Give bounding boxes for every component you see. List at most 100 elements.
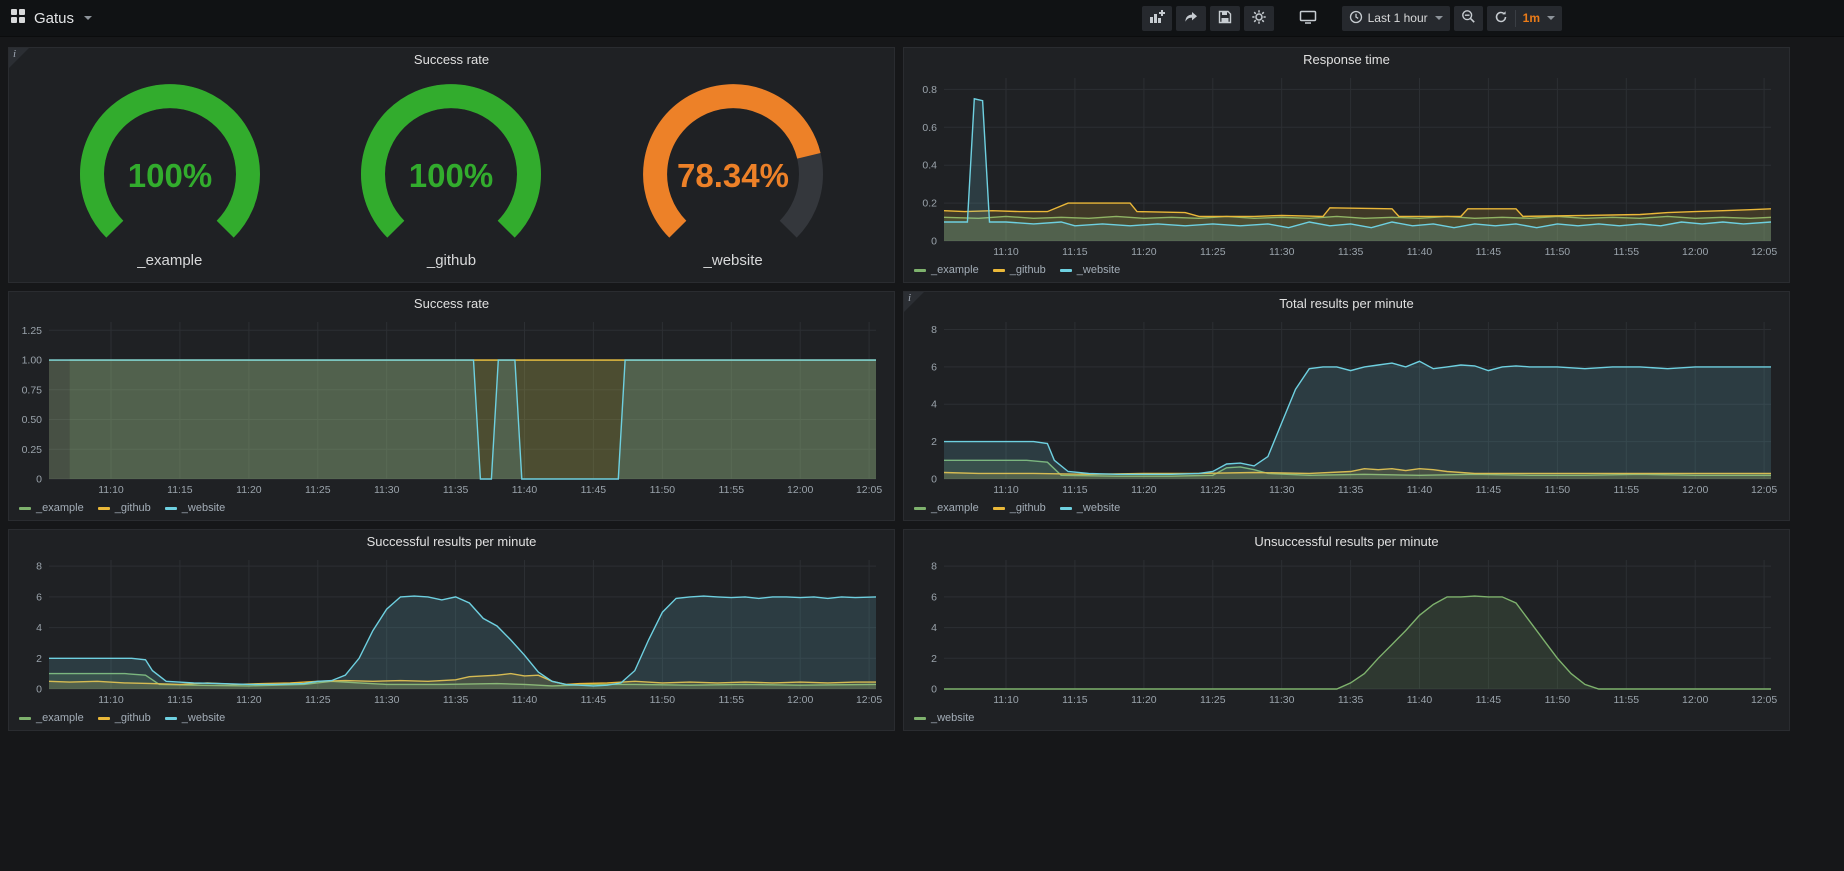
- successful-results-chart[interactable]: 0246811:1011:1511:2011:2511:3011:3511:40…: [13, 552, 890, 709]
- legend-item-_website[interactable]: _website: [165, 712, 225, 724]
- panel-title[interactable]: Unsuccessful results per minute: [904, 530, 1789, 552]
- legend-marker: [19, 507, 31, 510]
- x-tick-label: 11:20: [1131, 484, 1157, 496]
- x-tick-label: 11:50: [650, 694, 676, 706]
- y-tick-label: 0.8: [922, 84, 937, 96]
- legend-item-_example[interactable]: _example: [914, 502, 979, 514]
- x-tick-label: 11:30: [1269, 484, 1295, 496]
- legend-item-_website[interactable]: _website: [1060, 264, 1120, 276]
- x-tick-label: 12:05: [1751, 484, 1777, 496]
- legend-item-_github[interactable]: _github: [993, 502, 1046, 514]
- legend-label: _github: [1010, 264, 1046, 276]
- x-tick-label: 11:20: [236, 694, 262, 706]
- legend-item-_website[interactable]: _website: [1060, 502, 1120, 514]
- y-tick-label: 0: [36, 474, 42, 486]
- refresh-interval-label: 1m: [1523, 11, 1540, 25]
- response-time-chart[interactable]: 00.20.40.60.811:1011:1511:2011:2511:3011…: [908, 70, 1785, 261]
- x-tick-label: 11:45: [1476, 484, 1502, 496]
- legend-label: _example: [36, 502, 84, 514]
- chart-canvas[interactable]: 0246811:1011:1511:2011:2511:3011:3511:40…: [13, 552, 890, 709]
- legend-item-_example[interactable]: _example: [19, 712, 84, 724]
- x-tick-label: 11:15: [1062, 246, 1088, 258]
- y-tick-label: 8: [931, 324, 937, 336]
- legend-item-_github[interactable]: _github: [98, 712, 151, 724]
- legend-item-_github[interactable]: _github: [98, 502, 151, 514]
- gauge-label: _github: [316, 252, 586, 269]
- chevron-down-icon: [84, 16, 92, 20]
- x-tick-label: 11:20: [1131, 694, 1157, 706]
- panel-info-icon[interactable]: i: [904, 292, 924, 312]
- chart-legend: _example _github _website: [904, 261, 1789, 282]
- x-tick-label: 12:00: [1682, 694, 1708, 706]
- cycle-view-tv-icon: [1299, 9, 1317, 28]
- y-tick-label: 0.6: [922, 122, 937, 134]
- x-tick-label: 12:00: [787, 694, 813, 706]
- panel-response-time: Response time 00.20.40.60.811:1011:1511:…: [903, 47, 1790, 283]
- chart-legend: _example _github _website: [9, 709, 894, 730]
- legend-label: _github: [115, 712, 151, 724]
- add-panel-button[interactable]: [1142, 6, 1172, 31]
- legend-item-_website[interactable]: _website: [165, 502, 225, 514]
- y-tick-label: 0: [931, 236, 937, 248]
- zoom-out-button[interactable]: [1454, 6, 1483, 31]
- legend-marker: [98, 507, 110, 510]
- gauge-value: 78.34%: [677, 157, 789, 194]
- legend-item-_github[interactable]: _github: [993, 264, 1046, 276]
- x-tick-label: 11:20: [236, 484, 262, 496]
- panel-title[interactable]: Total results per minute: [904, 292, 1789, 314]
- dashboard-title[interactable]: Gatus: [34, 10, 74, 27]
- cycle-view-button[interactable]: [1292, 6, 1324, 31]
- panel-title[interactable]: Successful results per minute: [9, 530, 894, 552]
- legend-item-_example[interactable]: _example: [914, 264, 979, 276]
- y-tick-label: 2: [931, 653, 937, 665]
- legend-item-_website[interactable]: _website: [914, 712, 974, 724]
- time-range-picker[interactable]: Last 1 hour: [1342, 6, 1450, 31]
- chart-canvas[interactable]: 0246811:1011:1511:2011:2511:3011:3511:40…: [908, 314, 1785, 499]
- time-range-label: Last 1 hour: [1368, 11, 1428, 25]
- legend-marker: [993, 269, 1005, 272]
- y-tick-label: 6: [931, 361, 937, 373]
- panel-success-rate-timeseries: Success rate 00.250.500.751.001.2511:101…: [8, 291, 895, 521]
- x-tick-label: 11:25: [1200, 484, 1226, 496]
- x-tick-label: 11:20: [1131, 246, 1157, 258]
- unsuccessful-results-chart[interactable]: 0246811:1011:1511:2011:2511:3011:3511:40…: [908, 552, 1785, 709]
- x-tick-label: 11:50: [1545, 694, 1571, 706]
- series-fill-_website: [944, 361, 1771, 479]
- total-results-chart[interactable]: 0246811:1011:1511:2011:2511:3011:3511:40…: [908, 314, 1785, 499]
- x-tick-label: 11:15: [1062, 484, 1088, 496]
- y-tick-label: 8: [36, 561, 42, 573]
- success-rate-chart[interactable]: 00.250.500.751.001.2511:1011:1511:2011:2…: [13, 314, 890, 499]
- x-tick-label: 11:25: [305, 694, 331, 706]
- dashboards-grid-icon[interactable]: [10, 8, 26, 29]
- chart-canvas[interactable]: 0246811:1011:1511:2011:2511:3011:3511:40…: [908, 552, 1785, 709]
- panel-info-icon[interactable]: i: [9, 48, 29, 68]
- y-tick-label: 4: [36, 622, 42, 634]
- gauge-value: 100%: [128, 157, 212, 194]
- panel-success-rate-gauges: i Success rate 100% _example 100% _githu…: [8, 47, 895, 283]
- panel-title[interactable]: Success rate: [9, 48, 894, 70]
- x-tick-label: 12:00: [1682, 484, 1708, 496]
- x-tick-label: 11:55: [1614, 484, 1640, 496]
- x-tick-label: 11:30: [1269, 694, 1295, 706]
- navbar: Gatus: [0, 0, 1844, 37]
- chart-canvas[interactable]: 00.20.40.60.811:1011:1511:2011:2511:3011…: [908, 70, 1785, 261]
- navbar-right: Last 1 hour 1m: [1142, 6, 1844, 31]
- save-icon: [1217, 9, 1233, 28]
- legend-item-_example[interactable]: _example: [19, 502, 84, 514]
- x-tick-label: 11:25: [1200, 694, 1226, 706]
- save-button[interactable]: [1210, 6, 1240, 31]
- series-fill-_website: [49, 360, 876, 479]
- x-tick-label: 11:45: [1476, 246, 1502, 258]
- legend-marker: [19, 717, 31, 720]
- panel-title[interactable]: Success rate: [9, 292, 894, 314]
- chevron-down-icon: [1435, 16, 1443, 20]
- x-tick-label: 11:35: [443, 484, 469, 496]
- panel-title[interactable]: Response time: [904, 48, 1789, 70]
- refresh-picker[interactable]: 1m: [1487, 6, 1562, 31]
- chart-canvas[interactable]: 00.250.500.751.001.2511:1011:1511:2011:2…: [13, 314, 890, 499]
- legend-label: _website: [182, 502, 225, 514]
- gauge-row: 100% _example 100% _github 78.34% _websi…: [9, 70, 894, 282]
- refresh-icon: [1494, 10, 1508, 27]
- share-button[interactable]: [1176, 6, 1206, 31]
- settings-button[interactable]: [1244, 6, 1274, 31]
